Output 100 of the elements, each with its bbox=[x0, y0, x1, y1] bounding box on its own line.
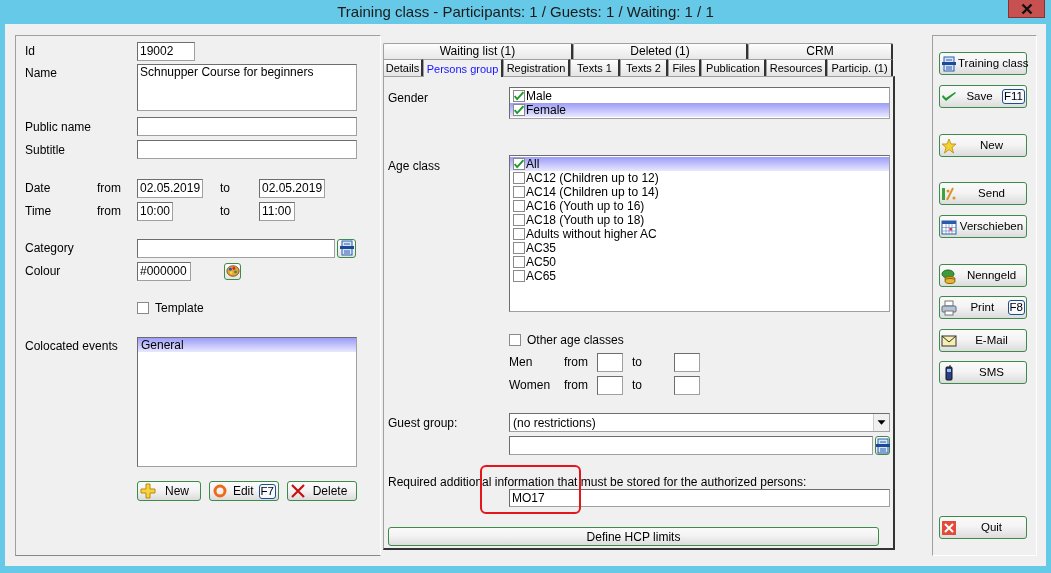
field-label: from bbox=[97, 180, 122, 197]
colour-field[interactable]: #000000 bbox=[137, 261, 191, 281]
date-from-field[interactable]: 02.05.2019 bbox=[137, 178, 203, 198]
item-label: All bbox=[526, 157, 540, 171]
move-button[interactable]: Verschieben bbox=[939, 215, 1027, 238]
shortcut-key: F7 bbox=[258, 483, 276, 499]
checkbox[interactable] bbox=[513, 214, 525, 226]
field-label: Age class bbox=[388, 158, 442, 175]
send-button[interactable]: Send bbox=[939, 182, 1027, 205]
send-icon bbox=[941, 185, 957, 202]
plus-icon bbox=[140, 483, 156, 499]
item-label: Female bbox=[526, 103, 566, 117]
tab[interactable]: Details bbox=[383, 59, 423, 76]
sms-button[interactable]: SMS bbox=[939, 361, 1027, 384]
entry-fee-button[interactable]: Nenngeld bbox=[939, 264, 1027, 287]
list-item[interactable]: AC35 bbox=[510, 241, 889, 255]
item-label: AC50 bbox=[526, 255, 557, 269]
tab[interactable]: CRM bbox=[748, 43, 893, 59]
id-field[interactable]: 19002 bbox=[137, 41, 195, 61]
close-button[interactable] bbox=[1008, 0, 1045, 18]
item-label: Male bbox=[526, 89, 552, 103]
checkbox[interactable] bbox=[513, 200, 525, 212]
age-from-field[interactable] bbox=[597, 352, 623, 372]
envelope-icon bbox=[941, 332, 957, 349]
age-from-field[interactable] bbox=[597, 375, 623, 395]
list-item[interactable]: All bbox=[510, 157, 889, 171]
field-label: Date bbox=[25, 180, 52, 197]
delete-icon bbox=[290, 483, 306, 499]
list-item[interactable]: AC16 (Youth up to 16) bbox=[510, 199, 889, 213]
list-item[interactable]: AC65 bbox=[510, 269, 889, 283]
delete-button[interactable]: Delete bbox=[287, 481, 357, 501]
tab[interactable]: Waiting list (1) bbox=[383, 43, 573, 59]
list-item[interactable]: Adults without higher AC bbox=[510, 227, 889, 241]
item-label: AC18 (Youth up to 18) bbox=[526, 213, 645, 227]
define-hcp-limits-button[interactable]: Define HCP limits bbox=[388, 527, 879, 546]
tab[interactable]: Persons group bbox=[423, 59, 503, 77]
item-label: AC14 (Children up to 14) bbox=[526, 185, 659, 199]
list-item[interactable]: General bbox=[138, 338, 356, 352]
list-icon bbox=[874, 437, 891, 454]
field-label: to bbox=[220, 203, 231, 220]
category-field[interactable] bbox=[137, 238, 335, 258]
colour-picker-button[interactable] bbox=[224, 262, 241, 280]
checkbox[interactable] bbox=[513, 158, 525, 170]
checkbox[interactable] bbox=[513, 270, 525, 282]
age-to-field[interactable] bbox=[674, 375, 700, 395]
field-label: from bbox=[564, 354, 589, 371]
field-label: Women bbox=[509, 377, 552, 394]
checkbox[interactable] bbox=[513, 186, 525, 198]
dropdown[interactable]: (no restrictions) bbox=[509, 413, 890, 432]
quit-button[interactable]: Quit bbox=[939, 516, 1027, 539]
field-label: to bbox=[632, 354, 643, 371]
list-item[interactable]: Male bbox=[510, 89, 889, 103]
guest-group-field[interactable] bbox=[509, 436, 873, 455]
checkbox[interactable] bbox=[513, 90, 525, 102]
field-label: Name bbox=[25, 65, 58, 82]
email-button[interactable]: E-Mail bbox=[939, 329, 1027, 352]
tab[interactable]: Files bbox=[668, 59, 701, 76]
item-label: AC16 (Youth up to 16) bbox=[526, 199, 645, 213]
tab[interactable]: Publication bbox=[701, 59, 766, 76]
print-button[interactable]: Print F8 bbox=[939, 296, 1027, 319]
item-label: AC35 bbox=[526, 241, 557, 255]
item-label: Adults without higher AC bbox=[526, 227, 657, 241]
checkbox[interactable] bbox=[509, 334, 521, 346]
time-from-field[interactable]: 10:00 bbox=[137, 201, 173, 221]
checkbox[interactable] bbox=[513, 172, 525, 184]
edit-button[interactable]: Edit F7 bbox=[209, 481, 279, 501]
tab[interactable]: Resources bbox=[766, 59, 827, 76]
list-item[interactable]: AC12 (Children up to 12) bbox=[510, 171, 889, 185]
name-field[interactable]: Schnupper Course for beginners bbox=[137, 64, 357, 111]
money-icon bbox=[941, 267, 957, 284]
list-item[interactable]: AC50 bbox=[510, 255, 889, 269]
field-label: Men bbox=[509, 354, 534, 371]
list-item[interactable]: AC18 (Youth up to 18) bbox=[510, 213, 889, 227]
field-label: to bbox=[632, 377, 643, 394]
tab[interactable]: Particip. (1) bbox=[827, 59, 893, 76]
public-name-field[interactable] bbox=[137, 117, 357, 136]
age-to-field[interactable] bbox=[674, 352, 700, 372]
subtitle-field[interactable] bbox=[137, 140, 357, 159]
date-to-field[interactable]: 02.05.2019 bbox=[259, 178, 325, 198]
new-button[interactable]: New bbox=[939, 134, 1027, 157]
tab[interactable]: Deleted (1) bbox=[573, 43, 748, 59]
save-button[interactable]: Save F11 bbox=[939, 85, 1027, 108]
checkbox[interactable] bbox=[513, 104, 525, 116]
checkbox[interactable] bbox=[513, 242, 525, 254]
list-item[interactable]: AC14 (Children up to 14) bbox=[510, 185, 889, 199]
tab[interactable]: Registration bbox=[503, 59, 570, 76]
field-label: from bbox=[564, 377, 589, 394]
field-label: from bbox=[97, 203, 122, 220]
lookup-button[interactable] bbox=[337, 238, 356, 258]
list-item[interactable]: Female bbox=[510, 103, 889, 117]
tab[interactable]: Texts 2 bbox=[620, 59, 668, 76]
checkbox[interactable] bbox=[137, 302, 149, 314]
new-button[interactable]: New bbox=[137, 481, 201, 501]
tab[interactable]: Texts 1 bbox=[570, 59, 620, 76]
lookup-button[interactable] bbox=[875, 436, 890, 455]
required-info-field[interactable]: MO17 bbox=[509, 489, 890, 507]
checkbox[interactable] bbox=[513, 228, 525, 240]
caret-icon bbox=[877, 418, 886, 427]
time-to-field[interactable]: 11:00 bbox=[259, 201, 295, 221]
checkbox[interactable] bbox=[513, 256, 525, 268]
